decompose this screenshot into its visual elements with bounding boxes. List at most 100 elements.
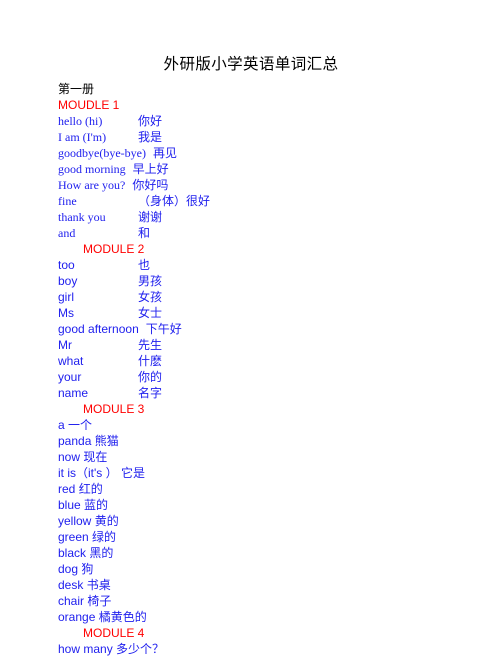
module-heading: MODULE 3 xyxy=(83,402,145,416)
entry-term: blue xyxy=(58,498,81,512)
entry-term: green xyxy=(58,530,89,544)
word-entry: Ms 女士 xyxy=(58,305,482,321)
entry-gloss: 绿的 xyxy=(92,530,117,544)
entry-term: black xyxy=(58,546,87,560)
entry-term: boy xyxy=(58,274,78,288)
entry-gloss: 你好吗 xyxy=(132,178,169,192)
module-section: MODULE 4 how many 多少个？ xyxy=(58,625,482,657)
module-heading: MODULE 2 xyxy=(83,242,145,256)
document-page: 外研版小学英语单词汇总 第一册 MOUDLE 1 hello (hi) 你好 I am… xyxy=(0,0,502,656)
entry-term: orange xyxy=(58,610,96,624)
entry-gloss: 它是 xyxy=(120,466,145,480)
word-entry: it is（it's ） 它是 xyxy=(58,465,482,481)
module-section: MODULE 3a 一个 panda 熊猫 now 现在 it is（it's ） 它… xyxy=(58,401,482,625)
entry-gloss: 也 xyxy=(138,258,151,272)
entry-gloss: 蓝的 xyxy=(84,498,109,512)
word-entry: dog 狗 xyxy=(58,561,482,577)
entry-term: yellow xyxy=(58,514,92,528)
entry-term: and xyxy=(58,226,76,240)
entry-term: Mr xyxy=(58,338,72,352)
document-body: 第一册 MOUDLE 1 hello (hi) 你好 I am (I'm) 我是 good… xyxy=(0,75,502,657)
word-entry: good afternoon 下午好 xyxy=(58,321,482,337)
entry-gloss: 狗 xyxy=(81,562,94,576)
entry-gloss: 多少个？ xyxy=(116,642,165,656)
word-entry: a 一个 xyxy=(58,417,482,433)
entry-term: I am (I'm) xyxy=(58,130,107,144)
entry-gloss: 再见 xyxy=(152,146,177,160)
entry-gloss: 谢谢 xyxy=(138,210,163,224)
entry-term: good afternoon xyxy=(58,322,139,336)
word-entry: How are you? 你好吗 xyxy=(58,177,482,193)
entry-gloss: 黄的 xyxy=(94,514,119,528)
entry-gloss: 你的 xyxy=(138,370,163,384)
entry-gloss: 橘黄色的 xyxy=(98,610,147,624)
word-entry: what 什麽 xyxy=(58,353,482,369)
word-entry: I am (I'm) 我是 xyxy=(58,129,482,145)
entry-gloss: 什麽 xyxy=(138,354,163,368)
word-entry: chair 椅子 xyxy=(58,593,482,609)
word-entry: name 名字 xyxy=(58,385,482,401)
entry-gloss: 书桌 xyxy=(86,578,111,592)
entry-gloss: 男孩 xyxy=(138,274,163,288)
word-entry: your 你的 xyxy=(58,369,482,385)
entry-gloss: 你好 xyxy=(138,114,163,128)
word-entry: desk 书桌 xyxy=(58,577,482,593)
word-entry: yellow 黄的 xyxy=(58,513,482,529)
entry-gloss: 红的 xyxy=(78,482,103,496)
entry-gloss: 早上好 xyxy=(132,162,169,176)
entry-gloss: 下午好 xyxy=(145,322,182,336)
entry-term: thank you xyxy=(58,210,106,224)
entry-term: red xyxy=(58,482,76,496)
word-entry: blue 蓝的 xyxy=(58,497,482,513)
entry-gloss: 名字 xyxy=(138,386,163,400)
entry-term: panda xyxy=(58,434,92,448)
word-entry: green 绿的 xyxy=(58,529,482,545)
entry-gloss: 和 xyxy=(138,226,151,240)
page-title: 外研版小学英语单词汇总 xyxy=(163,56,339,73)
word-entry: hello (hi) 你好 xyxy=(58,113,482,129)
word-entry: and 和 xyxy=(58,225,482,241)
entry-gloss: 先生 xyxy=(138,338,163,352)
entry-gloss: 一个 xyxy=(68,418,93,432)
entry-term: fine xyxy=(58,194,77,208)
entry-term: it is（it's ） xyxy=(58,466,118,480)
word-entry: orange 橘黄色的 xyxy=(58,609,482,625)
entry-gloss: 女士 xyxy=(138,306,163,320)
volume-label: 第一册 xyxy=(58,82,95,96)
entry-gloss: （身体）很好 xyxy=(138,194,211,208)
entry-term: now xyxy=(58,450,81,464)
word-entry: boy 男孩 xyxy=(58,273,482,289)
word-entry: good morning 早上好 xyxy=(58,161,482,177)
entry-gloss: 现在 xyxy=(83,450,108,464)
entry-term: chair xyxy=(58,594,85,608)
word-entry: red 红的 xyxy=(58,481,482,497)
module-heading: MODULE 4 xyxy=(83,626,145,640)
word-entry: fine （身体）很好 xyxy=(58,193,482,209)
word-entry: girl 女孩 xyxy=(58,289,482,305)
entry-term: goodbye(bye-bye) xyxy=(58,146,146,160)
word-entry: Mr 先生 xyxy=(58,337,482,353)
entry-term: hello (hi) xyxy=(58,114,103,128)
word-entry: black 黑的 xyxy=(58,545,482,561)
word-entry: goodbye(bye-bye) 再见 xyxy=(58,145,482,161)
word-entry: thank you 谢谢 xyxy=(58,209,482,225)
entry-term: too xyxy=(58,258,75,272)
entry-gloss: 黑的 xyxy=(89,546,114,560)
word-entry: now 现在 xyxy=(58,449,482,465)
word-entry: panda 熊猫 xyxy=(58,433,482,449)
word-entry: how many 多少个？ xyxy=(58,641,482,657)
entry-term: dog xyxy=(58,562,79,576)
entry-term: girl xyxy=(58,290,75,304)
entry-gloss: 椅子 xyxy=(87,594,112,608)
entry-term: your xyxy=(58,370,82,384)
module-list: MOUDLE 1 hello (hi) 你好 I am (I'm) 我是 goodbye(… xyxy=(58,97,482,657)
entry-gloss: 熊猫 xyxy=(94,434,119,448)
entry-term: How are you? xyxy=(58,178,126,192)
entry-term: what xyxy=(58,354,84,368)
entry-term: name xyxy=(58,386,89,400)
entry-term: how many xyxy=(58,642,113,656)
word-entry: too 也 xyxy=(58,257,482,273)
entry-term: desk xyxy=(58,578,84,592)
entry-term: a xyxy=(58,418,65,432)
module-section: MODULE 2 too 也 boy 男孩 girl 女孩 Ms 女士 good afternoo… xyxy=(58,241,482,401)
